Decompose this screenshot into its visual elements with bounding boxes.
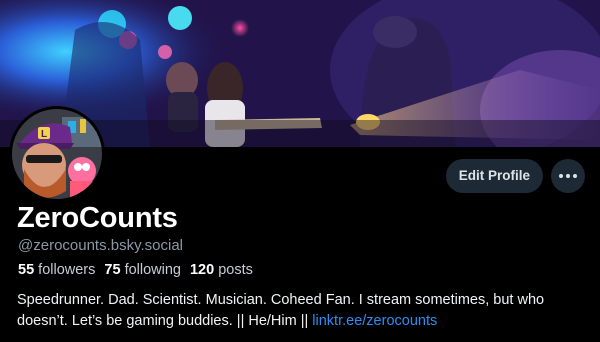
handle: @zerocounts.bsky.social	[18, 237, 184, 254]
followers-count: 55	[18, 262, 35, 278]
bio-link[interactable]: linktr.ee/zerocounts	[312, 313, 437, 329]
following-label: following	[124, 262, 181, 278]
posts-label: posts	[218, 262, 253, 278]
more-options-button[interactable]	[551, 159, 585, 193]
following-count: 75	[104, 262, 121, 278]
avatar[interactable]: L	[9, 106, 105, 202]
following-stat[interactable]: 75 following	[104, 262, 181, 278]
profile-stats: 55 followers 75 following 120 posts	[18, 262, 253, 278]
profile-actions: Edit Profile	[445, 159, 585, 193]
followers-stat[interactable]: 55 followers	[18, 262, 95, 278]
followers-label: followers	[38, 262, 96, 278]
svg-text:L: L	[41, 129, 47, 140]
posts-count: 120	[189, 262, 215, 278]
ellipsis-icon	[559, 174, 577, 178]
posts-stat: 120 posts	[190, 262, 253, 278]
bio-text: Speedrunner. Dad. Scientist. Musician. C…	[17, 292, 545, 329]
edit-profile-button[interactable]: Edit Profile	[445, 159, 543, 193]
profile-bio: Speedrunner. Dad. Scientist. Musician. C…	[17, 290, 589, 332]
display-name: ZeroCounts	[17, 202, 178, 234]
